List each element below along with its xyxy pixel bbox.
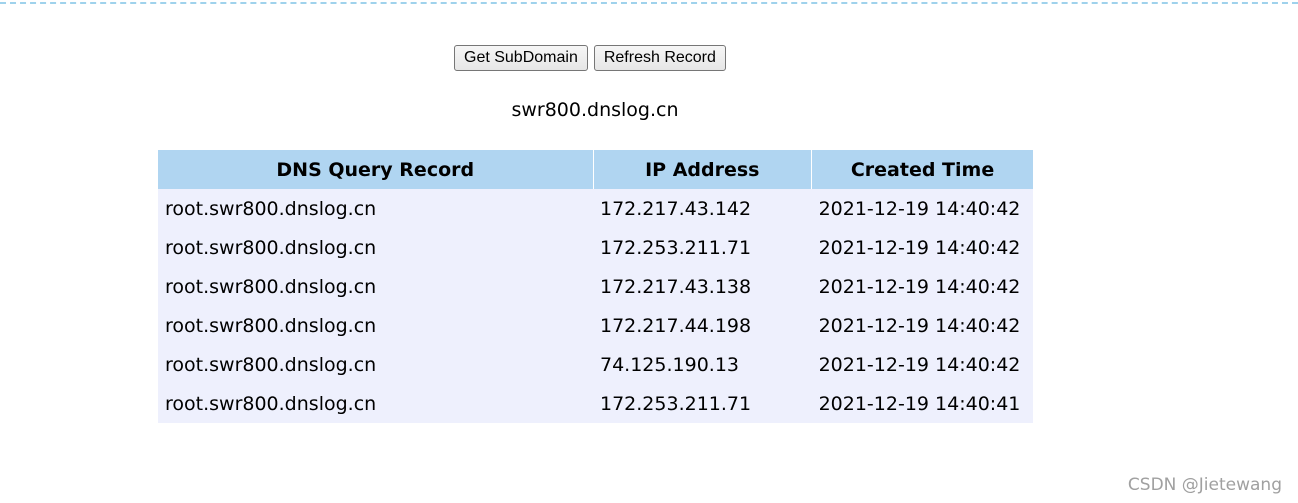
table-row: root.swr800.dnslog.cn 172.217.44.198 202…: [158, 306, 1033, 345]
header-created-time: Created Time: [811, 150, 1033, 189]
table-row: root.swr800.dnslog.cn 172.253.211.71 202…: [158, 384, 1033, 423]
cell-query: root.swr800.dnslog.cn: [158, 228, 593, 267]
cell-time: 2021-12-19 14:40:41: [811, 384, 1033, 423]
button-row: Get SubDomain Refresh Record: [454, 45, 726, 71]
refresh-record-button[interactable]: Refresh Record: [593, 45, 726, 71]
table-row: root.swr800.dnslog.cn 74.125.190.13 2021…: [158, 345, 1033, 384]
cell-ip: 74.125.190.13: [593, 345, 812, 384]
table-row: root.swr800.dnslog.cn 172.253.211.71 202…: [158, 228, 1033, 267]
cell-ip: 172.253.211.71: [593, 228, 812, 267]
table-header-row: DNS Query Record IP Address Created Time: [158, 150, 1033, 189]
cell-time: 2021-12-19 14:40:42: [811, 189, 1033, 228]
cell-ip: 172.217.44.198: [593, 306, 812, 345]
cell-ip: 172.253.211.71: [593, 384, 812, 423]
watermark-text: CSDN @Jietewang: [1127, 475, 1282, 495]
table-row: root.swr800.dnslog.cn 172.217.43.142 202…: [158, 189, 1033, 228]
cell-time: 2021-12-19 14:40:42: [811, 345, 1033, 384]
cell-time: 2021-12-19 14:40:42: [811, 267, 1033, 306]
cell-time: 2021-12-19 14:40:42: [811, 306, 1033, 345]
subdomain-text: swr800.dnslog.cn: [511, 99, 679, 121]
cell-query: root.swr800.dnslog.cn: [158, 345, 593, 384]
dns-records-table: DNS Query Record IP Address Created Time…: [158, 150, 1033, 423]
cell-ip: 172.217.43.138: [593, 267, 812, 306]
cell-time: 2021-12-19 14:40:42: [811, 228, 1033, 267]
top-dashed-border: [0, 2, 1298, 4]
header-dns-query-record: DNS Query Record: [158, 150, 594, 189]
cell-ip: 172.217.43.142: [593, 189, 812, 228]
get-subdomain-button[interactable]: Get SubDomain: [454, 45, 588, 71]
cell-query: root.swr800.dnslog.cn: [158, 384, 593, 423]
header-ip-address: IP Address: [593, 150, 813, 189]
cell-query: root.swr800.dnslog.cn: [158, 267, 593, 306]
cell-query: root.swr800.dnslog.cn: [158, 189, 593, 228]
cell-query: root.swr800.dnslog.cn: [158, 306, 593, 345]
table-row: root.swr800.dnslog.cn 172.217.43.138 202…: [158, 267, 1033, 306]
